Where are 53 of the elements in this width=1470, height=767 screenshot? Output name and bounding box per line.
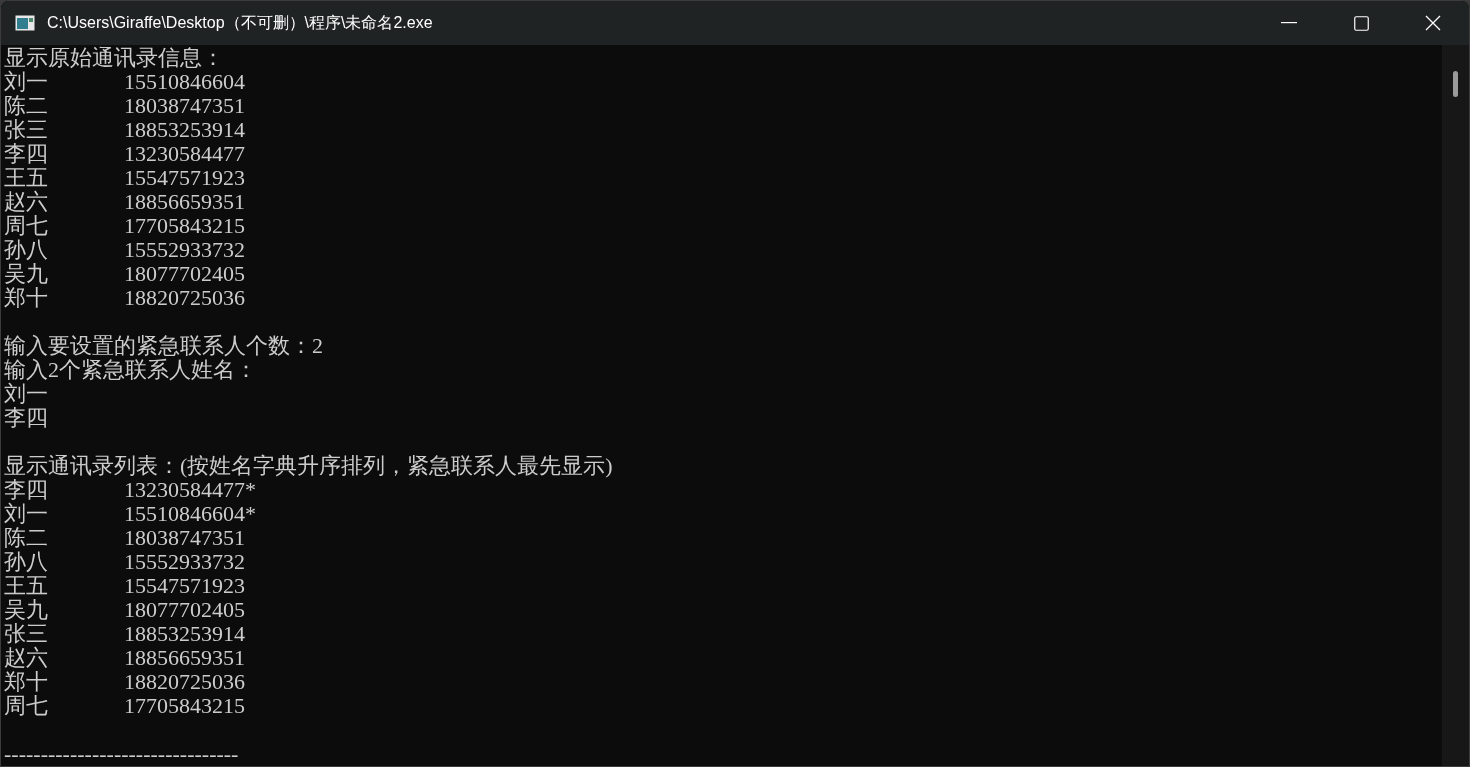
contact-name: 张三 xyxy=(4,118,49,142)
phone-number: 18853253914 xyxy=(124,118,245,142)
phone-number: 15552933732 xyxy=(124,550,245,574)
phone-number: 13230584477* xyxy=(124,478,256,502)
phone-number: 18077702405 xyxy=(124,262,245,286)
contact-name: 李四 xyxy=(4,142,49,166)
phone-number: 15547571923 xyxy=(124,574,245,598)
phone-number: 17705843215 xyxy=(124,214,245,238)
phone-number: 17705843215 xyxy=(124,694,245,718)
console-line: 显示通讯录列表：(按姓名字典升序排列，紧急联系人最先显示) xyxy=(4,454,613,478)
window-title: C:\Users\Giraffe\Desktop（不可删）\程序\未命名2.exe xyxy=(47,13,433,33)
contact-name: 刘一 xyxy=(4,502,49,526)
contact-name: 赵六 xyxy=(4,190,49,214)
console-line: 输入2个紧急联系人姓名： xyxy=(4,358,257,382)
phone-number: 18856659351 xyxy=(124,646,245,670)
contact-name: 张三 xyxy=(4,622,49,646)
close-icon xyxy=(1425,15,1441,31)
console-line: 输入要设置的紧急联系人个数：2 xyxy=(4,334,323,358)
contact-name: 周七 xyxy=(4,694,49,718)
phone-number: 15547571923 xyxy=(124,166,245,190)
scrollbar-thumb[interactable] xyxy=(1453,71,1458,97)
contact-name: 周七 xyxy=(4,214,49,238)
phone-number: 15510846604* xyxy=(124,502,256,526)
console-line: 显示原始通讯录信息： xyxy=(4,46,224,70)
contact-name: 郑十 xyxy=(4,286,49,310)
phone-number: 15510846604 xyxy=(124,70,245,94)
contact-name: 王五 xyxy=(4,574,49,598)
contact-name: 孙八 xyxy=(4,238,49,262)
contact-name: 陈二 xyxy=(4,526,49,550)
contact-name: 孙八 xyxy=(4,550,49,574)
contact-name: 赵六 xyxy=(4,646,49,670)
console-line: 刘一 xyxy=(4,382,48,406)
minimize-icon xyxy=(1281,22,1297,24)
phone-number: 18856659351 xyxy=(124,190,245,214)
phone-number: 15552933732 xyxy=(124,238,245,262)
phone-number: 18820725036 xyxy=(124,286,245,310)
contact-name: 李四 xyxy=(4,478,49,502)
phone-number: 18038747351 xyxy=(124,526,245,550)
phone-number: 18853253914 xyxy=(124,622,245,646)
contact-name: 郑十 xyxy=(4,670,49,694)
contact-name: 王五 xyxy=(4,166,49,190)
console-line: 李四 xyxy=(4,406,48,430)
contact-name: 吴九 xyxy=(4,598,49,622)
phone-number: 18038747351 xyxy=(124,94,245,118)
phone-number: 13230584477 xyxy=(124,142,245,166)
contact-name: 刘一 xyxy=(4,70,49,94)
console-app-icon xyxy=(15,15,35,31)
maximize-icon xyxy=(1353,15,1369,31)
contact-name: 吴九 xyxy=(4,262,49,286)
phone-number: 18820725036 xyxy=(124,670,245,694)
contact-name: 陈二 xyxy=(4,94,49,118)
phone-number: 18077702405 xyxy=(124,598,245,622)
console-line: -------------------------------- xyxy=(4,742,239,766)
